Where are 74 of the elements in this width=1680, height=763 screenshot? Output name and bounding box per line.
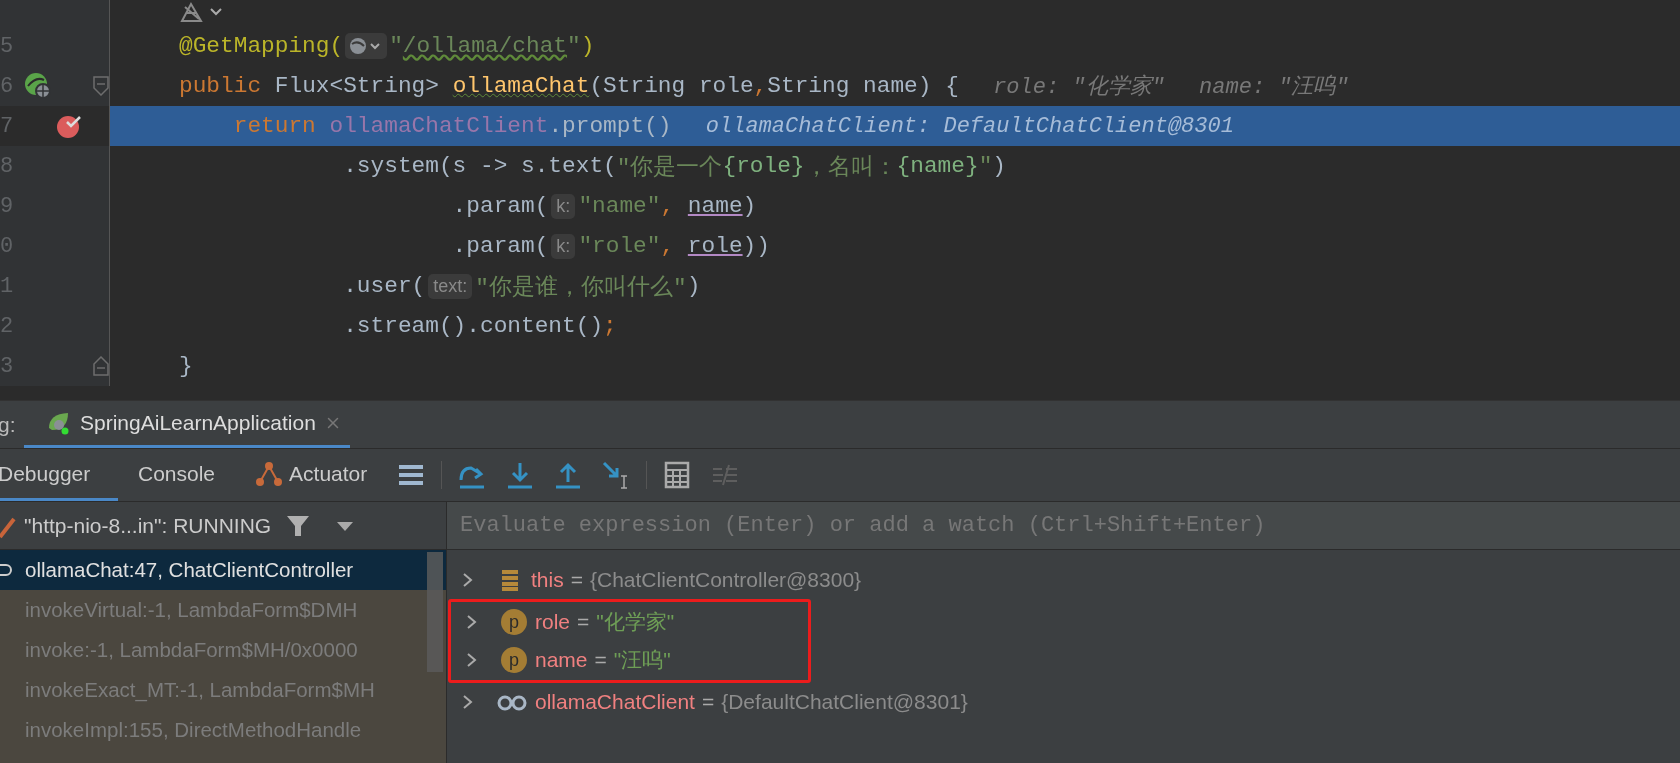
bean-icon[interactable] [179,1,225,25]
expand-chevron-icon[interactable] [461,570,475,590]
fold-icon[interactable] [92,76,110,96]
code-token: " [389,33,403,59]
code-token: role [687,233,743,259]
inline-debug-value: name: "汪呜" [1199,73,1349,101]
code-token: ollamaChatClient [329,113,549,139]
code-token: name [687,193,743,219]
debugger-tab[interactable]: Console [118,449,236,501]
parameter-hint: k: [551,233,576,259]
code-token: .param( [452,193,549,219]
code-token: ，名叫： [804,153,897,182]
fold-icon[interactable] [92,356,110,376]
code-token: {name} [896,153,979,179]
variable-name: role [535,610,571,634]
line-number: 7 [0,113,14,139]
equals-sign: = [594,648,607,672]
parameter-icon: p [501,647,527,673]
variable-value: {DefaultChatClient@8301} [721,690,968,714]
stack-frame[interactable]: ollamaChat:47, ChatClientController [0,550,446,590]
dropdown-caret-icon[interactable] [335,519,356,532]
variable-name: this [531,568,564,592]
variable-value: {ChatClientController@8300} [589,568,862,592]
code-token: String name) { [767,73,959,99]
debugger-tab[interactable]: Actuator [235,449,388,501]
code-token: .stream().content() [343,313,604,339]
web-endpoint-icon[interactable] [24,72,52,100]
code-token: ) [992,153,1006,179]
code-token: ) [686,273,701,299]
breakpoint-icon[interactable] [56,113,82,139]
actuator-icon [255,460,284,487]
equals-sign: = [577,610,590,634]
expand-chevron-icon[interactable] [465,650,479,670]
code-token: /ollama/chat [402,33,568,59]
code-token: )) [742,233,770,259]
code-token: " [978,153,993,179]
code-token: "你是谁，你叫什么" [475,273,687,302]
inline-debug-value: role: "化学家" [993,73,1165,101]
code-token: "name" [578,193,661,219]
code-token: , [660,193,676,219]
expand-chevron-icon[interactable] [461,692,475,712]
globe-icon[interactable] [345,33,388,59]
code-token: ollamaChat [452,73,590,99]
code-token: , [753,73,768,99]
code-token: .prompt() [548,113,672,139]
code-token: ; [603,313,617,339]
code-token: {role} [722,153,805,179]
code-token: Flux<String> [273,73,440,99]
scrollbar-thumb[interactable] [427,552,443,672]
code-token: .param( [452,233,549,259]
code-token: } [179,353,193,379]
equals-sign: = [570,568,583,592]
inline-debug-value: ollamaChatClient: DefaultChatClient@8301 [705,113,1234,139]
code-token: ) [580,33,595,59]
code-token: "你是一个 [616,153,723,182]
code-token: (String role [589,73,754,99]
code-token: .user( [343,273,426,299]
code-token: , [660,233,676,259]
code-token: .system(s -> s.text( [343,153,617,179]
code-token: @GetMapping( [179,33,344,59]
variable-value: "化学家" [596,609,675,635]
parameter-icon: p [501,609,527,635]
parameter-hint: text: [428,273,473,299]
variable-value: "汪呜" [613,647,671,673]
code-token: "role" [578,233,661,259]
variable-name: ollamaChatClient [535,690,695,714]
code-token: ) [742,193,757,219]
variable-name: name [535,648,588,672]
code-token: return [233,113,317,139]
code-token: public [179,73,262,99]
equals-sign: = [701,690,715,714]
code-token: " [567,33,581,59]
expand-chevron-icon[interactable] [465,612,479,632]
parameter-hint: k: [551,193,576,219]
